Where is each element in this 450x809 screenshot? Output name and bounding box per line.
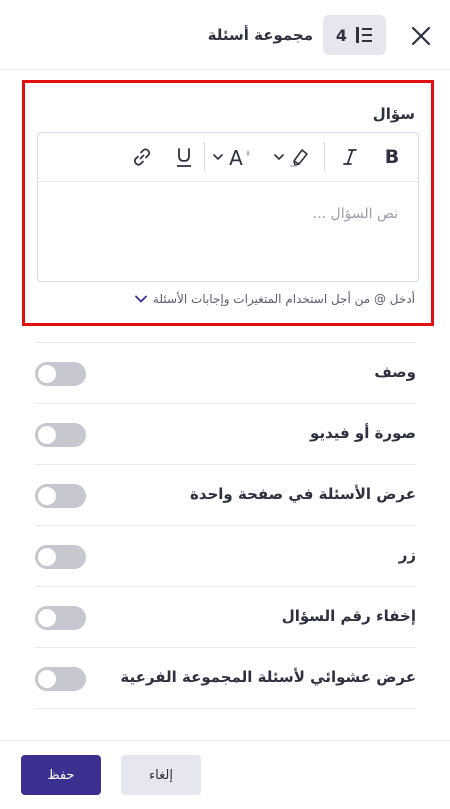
option-label: إخفاء رقم السؤال <box>281 607 416 625</box>
editor-toolbar: B A <box>38 133 418 182</box>
highlight-button[interactable] <box>270 143 316 171</box>
toolbar-divider <box>204 142 205 172</box>
question-placeholder: نص السؤال ... <box>312 206 398 222</box>
option-row-single-page: عرض الأسئلة في صفحة واحدة <box>35 464 416 524</box>
option-row-media: صورة أو فيديو <box>35 403 416 463</box>
svg-text:A: A <box>229 146 243 168</box>
single-page-toggle[interactable] <box>35 484 86 508</box>
close-button[interactable] <box>405 20 437 52</box>
option-label: صورة أو فيديو <box>310 424 416 442</box>
hide-number-toggle[interactable] <box>35 606 86 630</box>
chevron-down-icon <box>213 154 223 161</box>
link-icon <box>133 148 151 166</box>
question-label: سؤال <box>372 105 415 123</box>
option-label: عرض الأسئلة في صفحة واحدة <box>189 485 416 503</box>
button-toggle[interactable] <box>35 545 86 569</box>
option-row-button: زر <box>35 525 416 585</box>
media-toggle[interactable] <box>35 423 86 447</box>
close-icon <box>411 26 431 46</box>
question-group-icon <box>356 27 373 43</box>
toggle-knob <box>38 548 56 566</box>
divider <box>35 708 416 709</box>
chevron-down-icon <box>274 154 284 161</box>
variables-hint[interactable]: أدخل @ من أجل استخدام المتغيرات وإجابات … <box>135 292 415 306</box>
toolbar-divider <box>324 142 325 172</box>
panel-footer: حفظ إلغاء <box>0 740 450 809</box>
chevron-down-icon <box>135 295 147 303</box>
svg-text:B: B <box>385 147 399 167</box>
page-title: مجموعة أسئلة <box>207 26 313 44</box>
italic-button[interactable] <box>336 143 364 171</box>
italic-icon <box>343 149 357 165</box>
variables-hint-text: أدخل @ من أجل استخدام المتغيرات وإجابات … <box>152 292 415 306</box>
question-text-input[interactable]: نص السؤال ... <box>38 182 418 281</box>
option-row-hide-number: إخفاء رقم السؤال <box>35 586 416 646</box>
underline-button[interactable] <box>170 143 198 171</box>
randomize-toggle[interactable] <box>35 667 86 691</box>
option-label: وصف <box>374 363 416 381</box>
toggle-knob <box>38 365 56 383</box>
panel-header: 4 مجموعة أسئلة <box>0 0 450 70</box>
highlight-icon <box>290 149 308 167</box>
description-toggle[interactable] <box>35 362 86 386</box>
font-size-button[interactable]: A <box>208 143 258 171</box>
underline-icon <box>177 148 191 167</box>
question-count: 4 <box>335 25 348 45</box>
option-label: عرض عشوائي لأسئلة المجموعة الفرعية <box>120 668 416 686</box>
link-button[interactable] <box>128 143 156 171</box>
question-editor: B A نص السؤال ... <box>37 132 419 282</box>
bold-button[interactable]: B <box>378 143 406 171</box>
option-label: زر <box>398 546 416 564</box>
question-type-badge: 4 <box>323 15 386 55</box>
question-section: سؤال B A نص السؤال ... أدخل @ من أجل است… <box>22 80 434 326</box>
toggle-knob <box>38 609 56 627</box>
option-row-description: وصف <box>35 342 416 402</box>
toggle-knob <box>38 670 56 688</box>
toggle-knob <box>38 426 56 444</box>
font-size-icon: A <box>229 146 250 168</box>
save-button[interactable]: حفظ <box>21 755 101 795</box>
bold-icon: B <box>385 147 399 167</box>
cancel-button[interactable]: إلغاء <box>121 755 201 795</box>
toggle-knob <box>38 487 56 505</box>
option-row-randomize: عرض عشوائي لأسئلة المجموعة الفرعية <box>35 647 416 707</box>
